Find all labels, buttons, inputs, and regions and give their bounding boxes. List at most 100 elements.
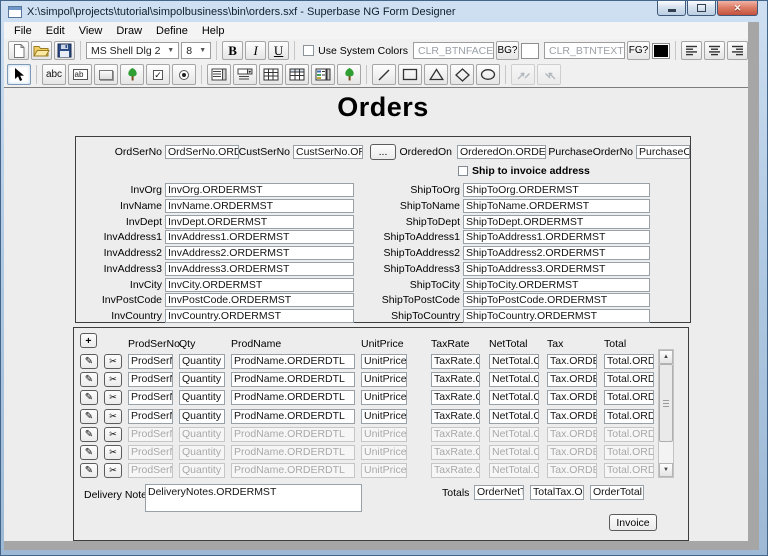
shiptoname-field[interactable]: ShipToName.ORDERMST (463, 199, 650, 213)
ship-to-invoice-checkbox[interactable] (458, 166, 468, 176)
ellipse-tool-button[interactable] (476, 64, 500, 85)
table-tool-button[interactable] (285, 64, 309, 85)
orderedon-field[interactable]: OrderedOn.ORDERI (457, 145, 546, 159)
form-title[interactable]: Orders (75, 92, 691, 123)
checkbox-tool-button[interactable]: ✓ (146, 64, 170, 85)
ordertotal-field[interactable]: OrderTotal.O (590, 485, 644, 500)
taxrate-field[interactable]: TaxRate.ORD (431, 372, 480, 387)
qty-field[interactable]: Quantity (179, 354, 225, 369)
delete-row-button[interactable]: ✂ (104, 409, 122, 424)
nettotal-field[interactable]: NetTotal.ORD (489, 354, 539, 369)
title-bar[interactable]: X:\simpol\projects\tutorial\simpolbusine… (1, 1, 767, 22)
textfield-tool-button[interactable]: ab (68, 64, 92, 85)
prodserno-field[interactable]: ProdSerN (128, 372, 173, 387)
delete-row-button[interactable]: ✂ (104, 372, 122, 387)
use-system-colors-checkbox[interactable] (303, 45, 315, 56)
rectangle-tool-button[interactable] (398, 64, 422, 85)
listbox-tool-button[interactable] (207, 64, 231, 85)
detailblock-tool-button[interactable] (311, 64, 335, 85)
prodname-field[interactable]: ProdName.ORDERDTL (231, 372, 355, 387)
use-system-colors[interactable]: Use System Colors (303, 45, 408, 57)
shiptoorg-field[interactable]: ShipToOrg.ORDERMST (463, 183, 650, 197)
shiptoaddress2-field[interactable]: ShipToAddress2.ORDERMST (463, 246, 650, 260)
delete-row-button[interactable]: ✂ (104, 445, 122, 460)
order-detail-group[interactable]: + ProdSerNo Qty ProdName UnitPrice TaxRa… (73, 327, 689, 541)
grid-scrollbar[interactable]: ▲ ▼ (658, 349, 674, 478)
ordernettotal-field[interactable]: OrderNetTota (474, 485, 524, 500)
nettotal-field[interactable]: NetTotal.ORD (489, 409, 539, 424)
tax-field[interactable]: Tax.ORDERD (547, 354, 597, 369)
order-header-group[interactable]: OrdSerNo OrdSerNo.ORDE CustSerNo CustSer… (75, 136, 691, 323)
qty-field[interactable]: Quantity (179, 390, 225, 405)
nettotal-field[interactable]: NetTotal.ORD (489, 390, 539, 405)
edit-row-button[interactable]: ✎ (80, 427, 98, 442)
prodserno-field[interactable]: ProdSerN (128, 354, 173, 369)
shiptocountry-field[interactable]: ShipToCountry.ORDERMST (463, 309, 650, 323)
qty-field[interactable]: Quantity (179, 409, 225, 424)
image-tool-button[interactable] (120, 64, 144, 85)
edit-row-button[interactable]: ✎ (80, 463, 98, 478)
link-target-tool-button[interactable] (537, 64, 561, 85)
shiptocity-field[interactable]: ShipToCity.ORDERMST (463, 278, 650, 292)
prodserno-field[interactable]: ProdSerN (128, 390, 173, 405)
edit-row-button[interactable]: ✎ (80, 390, 98, 405)
purchaseorderno-field[interactable]: PurchaseOrderNo.O (636, 145, 690, 159)
unitprice-field[interactable]: UnitPrice.ORD (361, 372, 407, 387)
qty-field[interactable]: Quantity (179, 372, 225, 387)
radio-tool-button[interactable] (172, 64, 196, 85)
image-tool-button-2[interactable] (337, 64, 361, 85)
bold-button[interactable]: B (222, 41, 244, 60)
tax-field[interactable]: Tax.ORDERD (547, 390, 597, 405)
form-canvas[interactable]: Orders OrdSerNo OrdSerNo.ORDE CustSerNo … (4, 88, 748, 541)
font-size-select[interactable]: 8 ▼ (181, 42, 212, 59)
delete-row-button[interactable]: ✂ (104, 390, 122, 405)
scrollbar-thumb[interactable] (659, 364, 673, 442)
fg-query-button[interactable]: FG? (626, 41, 651, 60)
edit-row-button[interactable]: ✎ (80, 354, 98, 369)
scroll-down-button[interactable]: ▼ (659, 463, 673, 477)
save-button[interactable] (54, 41, 75, 60)
menu-draw[interactable]: Draw (109, 24, 149, 38)
add-row-button[interactable]: + (80, 333, 97, 348)
shiptodept-field[interactable]: ShipToDept.ORDERMST (463, 215, 650, 229)
menu-define[interactable]: Define (149, 24, 195, 38)
totaltax-field[interactable]: TotalTax.ORD (530, 485, 584, 500)
taxrate-field[interactable]: TaxRate.ORD (431, 390, 480, 405)
maximize-button[interactable] (687, 1, 716, 16)
total-field[interactable]: Total.ORDERI (604, 372, 654, 387)
bg-query-button[interactable]: BG? (495, 41, 520, 60)
triangle-tool-button[interactable] (424, 64, 448, 85)
italic-button[interactable]: I (245, 41, 267, 60)
delete-row-button[interactable]: ✂ (104, 463, 122, 478)
combobox-tool-button[interactable] (233, 64, 257, 85)
app-icon[interactable] (8, 5, 22, 18)
diamond-tool-button[interactable] (450, 64, 474, 85)
bg-color-select[interactable]: CLR_BTNFACE ▼ (412, 42, 494, 59)
align-right-button[interactable] (727, 41, 749, 60)
total-field[interactable]: Total.ORDERI (604, 390, 654, 405)
shiptoaddress3-field[interactable]: ShipToAddress3.ORDERMST (463, 262, 650, 276)
menu-help[interactable]: Help (195, 24, 232, 38)
grid-tool-button[interactable] (259, 64, 283, 85)
close-button[interactable]: ✕ (717, 1, 758, 16)
prodserno-field[interactable]: ProdSerN (128, 409, 173, 424)
taxrate-field[interactable]: TaxRate.ORD (431, 354, 480, 369)
align-left-button[interactable] (681, 41, 703, 60)
custserno-field[interactable]: CustSerNo.ORD (293, 145, 363, 159)
shiptopostcode-field[interactable]: ShipToPostCode.ORDERMST (463, 293, 650, 307)
delete-row-button[interactable]: ✂ (104, 354, 122, 369)
total-field[interactable]: Total.ORDERI (604, 409, 654, 424)
prodname-field[interactable]: ProdName.ORDERDTL (231, 354, 355, 369)
pointer-tool-button[interactable] (7, 64, 31, 85)
button-tool-button[interactable] (94, 64, 118, 85)
underline-button[interactable]: U (268, 41, 290, 60)
font-select[interactable]: MS Shell Dlg 2 ▼ (86, 42, 180, 59)
menu-view[interactable]: View (72, 24, 110, 38)
edit-row-button[interactable]: ✎ (80, 372, 98, 387)
prodname-field[interactable]: ProdName.ORDERDTL (231, 409, 355, 424)
nettotal-field[interactable]: NetTotal.ORD (489, 372, 539, 387)
tax-field[interactable]: Tax.ORDERD (547, 409, 597, 424)
unitprice-field[interactable]: UnitPrice.ORD (361, 409, 407, 424)
fg-color-select[interactable]: CLR_BTNTEXT ▼ (544, 42, 625, 59)
new-button[interactable] (8, 41, 29, 60)
